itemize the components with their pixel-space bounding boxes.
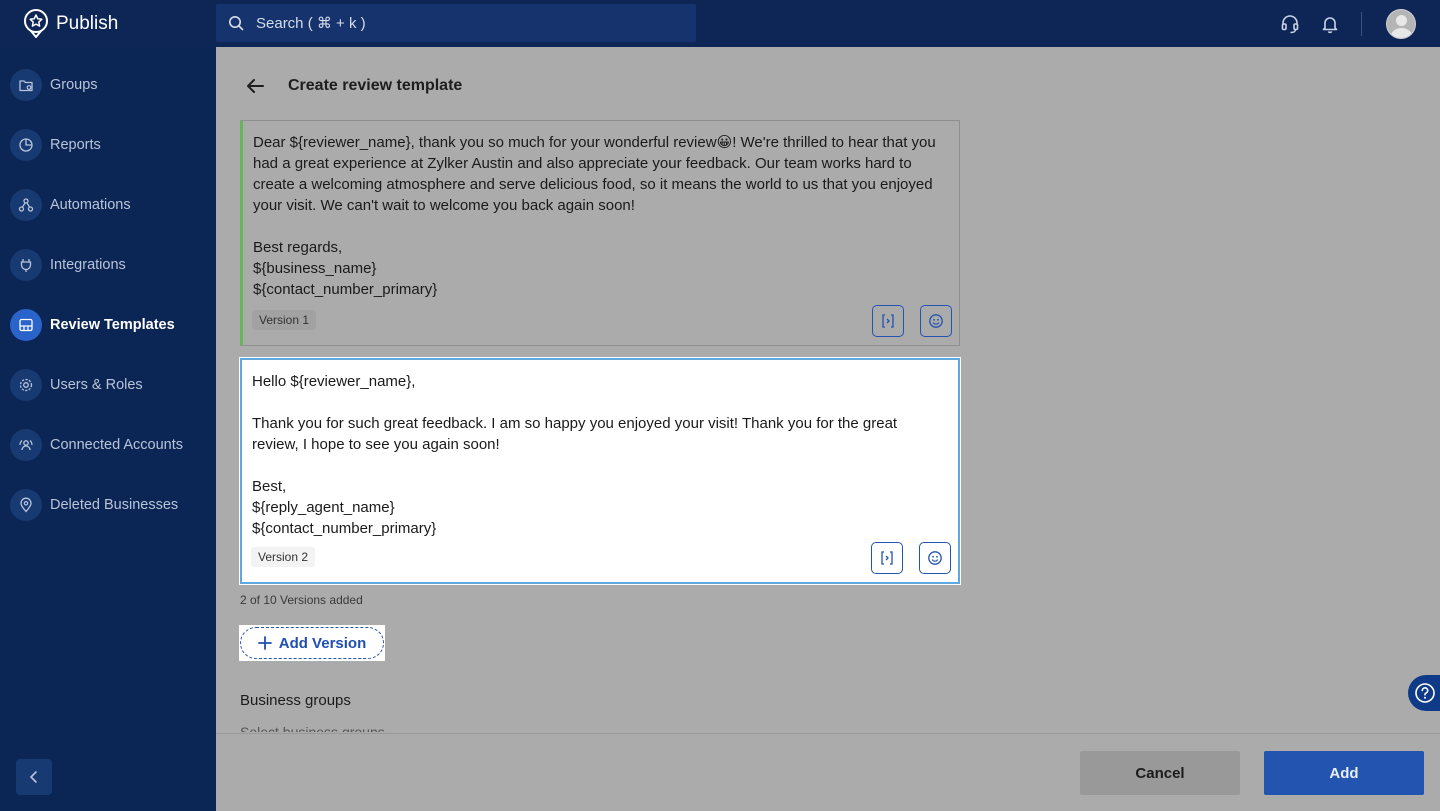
business-groups-label: Business groups — [240, 692, 351, 709]
insert-emoji-button[interactable] — [920, 305, 952, 337]
sidebar-item-label: Automations — [50, 197, 131, 213]
sidebar-item-users-roles[interactable]: Users & Roles — [0, 363, 216, 407]
pie-chart-icon — [10, 129, 42, 161]
sidebar-item-label: Reports — [50, 137, 101, 153]
insert-variable-button[interactable] — [871, 542, 903, 574]
version-card-2[interactable]: Hello ${reviewer_name}, Thank you for su… — [239, 357, 961, 585]
top-divider — [1361, 11, 1362, 36]
variable-icon — [882, 314, 894, 328]
brand[interactable]: Publish — [0, 0, 216, 47]
sidebar-item-deleted-businesses[interactable]: Deleted Businesses — [0, 483, 216, 527]
add-button[interactable]: Add — [1264, 751, 1424, 795]
sidebar: Groups Reports Automations Integrations … — [0, 47, 216, 811]
back-arrow-icon[interactable] — [244, 75, 266, 97]
version-tag: Version 2 — [251, 547, 316, 567]
sidebar-item-label: Review Templates — [50, 317, 175, 333]
top-bar: Publish Search ( ⌘ + k ) — [0, 0, 1440, 47]
headset-icon[interactable] — [1279, 13, 1301, 35]
variable-icon — [881, 551, 893, 565]
sidebar-item-label: Users & Roles — [50, 377, 143, 393]
plus-icon — [257, 636, 272, 650]
top-right-actions — [1261, 0, 1416, 47]
version-text[interactable]: Dear ${reviewer_name}, thank you so much… — [253, 132, 939, 300]
page-title: Create review template — [288, 77, 463, 94]
search-icon — [229, 16, 244, 31]
sidebar-item-reports[interactable]: Reports — [0, 123, 216, 167]
help-icon — [1415, 683, 1435, 703]
sidebar-item-label: Integrations — [50, 257, 126, 273]
sidebar-item-label: Deleted Businesses — [50, 497, 179, 513]
publish-logo-icon — [24, 8, 48, 38]
help-button[interactable] — [1408, 675, 1440, 711]
versions-count: 2 of 10 Versions added — [240, 593, 363, 607]
gear-icon — [10, 369, 42, 401]
sidebar-item-label: Connected Accounts — [50, 437, 184, 453]
add-version-highlight: Add Version — [239, 625, 385, 661]
business-groups-select[interactable]: Select business groups — [240, 724, 960, 732]
app-name: Publish — [56, 12, 119, 34]
search-placeholder: Search ( ⌘ + k ) — [256, 15, 366, 32]
version-text[interactable]: Hello ${reviewer_name}, Thank you for su… — [252, 371, 938, 539]
version-card-1[interactable]: Dear ${reviewer_name}, thank you so much… — [240, 120, 960, 346]
sidebar-item-label: Groups — [50, 77, 98, 93]
sidebar-item-connected-accounts[interactable]: Connected Accounts — [0, 423, 216, 467]
sidebar-item-automations[interactable]: Automations — [0, 183, 216, 227]
automation-icon — [10, 189, 42, 221]
footer-actions: Cancel Add — [216, 733, 1440, 811]
connected-accounts-icon — [10, 429, 42, 461]
sidebar-item-review-templates[interactable]: Review Templates — [0, 303, 216, 347]
insert-variable-button[interactable] — [872, 305, 904, 337]
chevron-left-icon — [29, 771, 37, 783]
cancel-button[interactable]: Cancel — [1080, 751, 1240, 795]
emoji-icon — [928, 551, 942, 565]
groups-icon — [10, 69, 42, 101]
emoji-icon — [929, 314, 943, 328]
template-icon — [10, 309, 42, 341]
search-input[interactable]: Search ( ⌘ + k ) — [216, 4, 696, 42]
plug-icon — [10, 249, 42, 281]
collapse-sidebar-button[interactable] — [16, 759, 52, 795]
sidebar-item-groups[interactable]: Groups — [0, 63, 216, 107]
insert-emoji-button[interactable] — [919, 542, 951, 574]
add-version-button[interactable]: Add Version — [240, 627, 384, 659]
location-pin-icon — [10, 489, 42, 521]
business-groups-placeholder: Select business groups — [240, 724, 385, 732]
add-version-label: Add Version — [278, 634, 367, 652]
version-tag: Version 1 — [252, 310, 317, 330]
avatar[interactable] — [1386, 8, 1416, 39]
sidebar-item-integrations[interactable]: Integrations — [0, 243, 216, 287]
bell-icon[interactable] — [1319, 13, 1341, 35]
main-content: Create review template Dear ${reviewer_n… — [216, 47, 1440, 811]
